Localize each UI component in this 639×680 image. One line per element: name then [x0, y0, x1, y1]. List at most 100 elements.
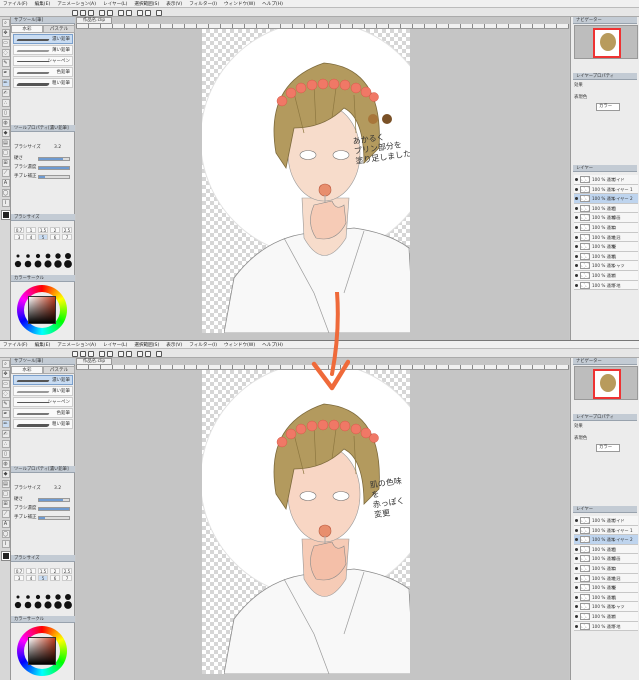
tab-pastel[interactable]: パステル: [43, 366, 75, 374]
size-dot[interactable]: [24, 260, 32, 268]
size-option[interactable]: 7: [62, 234, 72, 240]
size-dot[interactable]: [55, 594, 61, 600]
navigator-preview[interactable]: [574, 25, 638, 59]
move-tool-icon[interactable]: ✥: [1, 29, 10, 37]
stabilization-slider[interactable]: [38, 516, 70, 520]
fill-tool-icon[interactable]: ◆: [1, 470, 10, 478]
size-option[interactable]: 4: [26, 234, 36, 240]
snap-icon[interactable]: [156, 9, 162, 16]
size-option[interactable]: 3: [14, 234, 24, 240]
size-dot[interactable]: [26, 595, 30, 599]
menu-layer[interactable]: レイヤー(L): [103, 342, 127, 348]
visibility-eye-icon[interactable]: [575, 557, 578, 561]
size-dot[interactable]: [55, 253, 61, 259]
layer-row[interactable]: 100 % 通常 シャツ: [574, 261, 638, 271]
invert-icon[interactable]: [145, 350, 151, 357]
menu-view[interactable]: 表示(V): [166, 342, 182, 348]
visibility-eye-icon[interactable]: [575, 197, 578, 201]
correct-line-tool-icon[interactable]: ⌇: [1, 199, 10, 207]
pen-tool-icon[interactable]: ✒: [1, 410, 10, 418]
size-option[interactable]: 1.5: [38, 568, 48, 574]
menu-filter[interactable]: フィルター(I): [189, 1, 217, 7]
size-option[interactable]: 3: [14, 575, 24, 581]
layer-row[interactable]: 100 % 通常 シャツ: [574, 602, 638, 612]
tab-watercolor[interactable]: 水彩: [11, 25, 43, 33]
visibility-eye-icon[interactable]: [575, 595, 578, 599]
document-tab[interactable]: 作品名.clip: [76, 358, 113, 365]
layer-row[interactable]: 100 % 通常爪: [574, 270, 638, 281]
pen-tool-icon[interactable]: ✒: [1, 69, 10, 77]
layer-row[interactable]: 100 % 通常 レイヤー 2: [574, 535, 638, 545]
select-tool-icon[interactable]: ▭: [1, 380, 10, 388]
menu-selection[interactable]: 選択範囲(S): [134, 1, 159, 7]
size-dot[interactable]: [16, 595, 20, 599]
airbrush-tool-icon[interactable]: ∴: [1, 440, 10, 448]
open-icon[interactable]: [80, 9, 86, 16]
brush-size-value[interactable]: 3.2: [54, 486, 61, 492]
size-dot[interactable]: [65, 594, 71, 600]
eyedropper-tool-icon[interactable]: ✎: [1, 59, 10, 67]
transform-icon[interactable]: [126, 350, 132, 357]
brush-light-pencil[interactable]: 薄い鉛筆: [13, 386, 73, 396]
layer-row[interactable]: 100 % 通常 線画: [574, 213, 638, 223]
snap-icon[interactable]: [156, 350, 162, 357]
gradient-tool-icon[interactable]: ▤: [1, 480, 10, 488]
size-option[interactable]: 2.5: [62, 568, 72, 574]
layer-row[interactable]: 100 % 通常 花冠: [574, 232, 638, 243]
visibility-eye-icon[interactable]: [575, 624, 578, 628]
size-option[interactable]: 6: [50, 234, 60, 240]
eraser-tool-icon[interactable]: ▯: [1, 109, 10, 117]
layer-row[interactable]: 100 % 通常 花冠: [574, 573, 638, 584]
pencil-tool-icon[interactable]: ✏: [1, 420, 10, 428]
brush-colored-pencil[interactable]: 色鉛筆: [13, 67, 73, 77]
ruler-tool-icon[interactable]: ⟋: [1, 169, 10, 177]
size-dot[interactable]: [65, 253, 71, 259]
layer-row[interactable]: 100 % 通常 レイヤー 2: [574, 194, 638, 204]
brush-size-value[interactable]: 3.2: [54, 145, 61, 151]
layer-row[interactable]: 100 % 通常 線画: [574, 554, 638, 564]
new-icon[interactable]: [72, 9, 78, 16]
main-color-swatch[interactable]: [1, 551, 11, 561]
layer-row[interactable]: 100 % 通常 ガイド: [574, 516, 638, 526]
layer-row[interactable]: 100 % 通常口: [574, 222, 638, 233]
visibility-eye-icon[interactable]: [575, 216, 578, 220]
zoom-tool-icon[interactable]: ⌕: [1, 19, 10, 27]
hardness-slider[interactable]: [38, 157, 70, 161]
menu-filter[interactable]: フィルター(I): [189, 342, 217, 348]
brush-dark-pencil[interactable]: 濃い鉛筆: [13, 34, 73, 44]
brush-tool-icon[interactable]: ✍: [1, 430, 10, 438]
visibility-eye-icon[interactable]: [575, 283, 578, 287]
layer-row[interactable]: 100 % 通常髪: [574, 583, 638, 593]
density-slider[interactable]: [38, 507, 70, 511]
expression-select[interactable]: カラー: [596, 444, 639, 452]
undo-icon[interactable]: [99, 350, 105, 357]
blend-tool-icon[interactable]: ◍: [1, 119, 10, 127]
ruler-tool-icon[interactable]: ⟋: [1, 510, 10, 518]
balloon-tool-icon[interactable]: ◯: [1, 530, 10, 538]
size-dot[interactable]: [16, 254, 20, 258]
layer-row[interactable]: 100 % 通常髪: [574, 242, 638, 252]
size-dot[interactable]: [54, 260, 62, 268]
visibility-eye-icon[interactable]: [575, 206, 578, 210]
size-dot[interactable]: [45, 594, 51, 600]
layer-row[interactable]: 100 % 通常肌: [574, 592, 638, 603]
layer-row[interactable]: 100 % 通常 レイヤー 1: [574, 525, 638, 536]
stabilization-slider[interactable]: [38, 175, 70, 179]
size-option[interactable]: 2: [50, 227, 60, 233]
size-option[interactable]: 5: [38, 234, 48, 240]
text-tool-icon[interactable]: A: [1, 179, 10, 187]
size-option[interactable]: 1: [26, 568, 36, 574]
transform-icon[interactable]: [126, 9, 132, 16]
size-dot[interactable]: [54, 601, 62, 609]
redo-icon[interactable]: [107, 9, 113, 16]
menu-help[interactable]: ヘルプ(H): [262, 1, 283, 7]
correct-line-tool-icon[interactable]: ⌇: [1, 540, 10, 548]
visibility-eye-icon[interactable]: [575, 187, 578, 191]
layer-row[interactable]: 100 % 通常 ガイド: [574, 175, 638, 185]
visibility-eye-icon[interactable]: [575, 225, 578, 229]
zoom-tool-icon[interactable]: ⌕: [1, 360, 10, 368]
figure-tool-icon[interactable]: □: [1, 490, 10, 498]
size-dot[interactable]: [24, 601, 32, 609]
text-tool-icon[interactable]: A: [1, 520, 10, 528]
document-tab[interactable]: 作品名.clip: [76, 17, 113, 24]
